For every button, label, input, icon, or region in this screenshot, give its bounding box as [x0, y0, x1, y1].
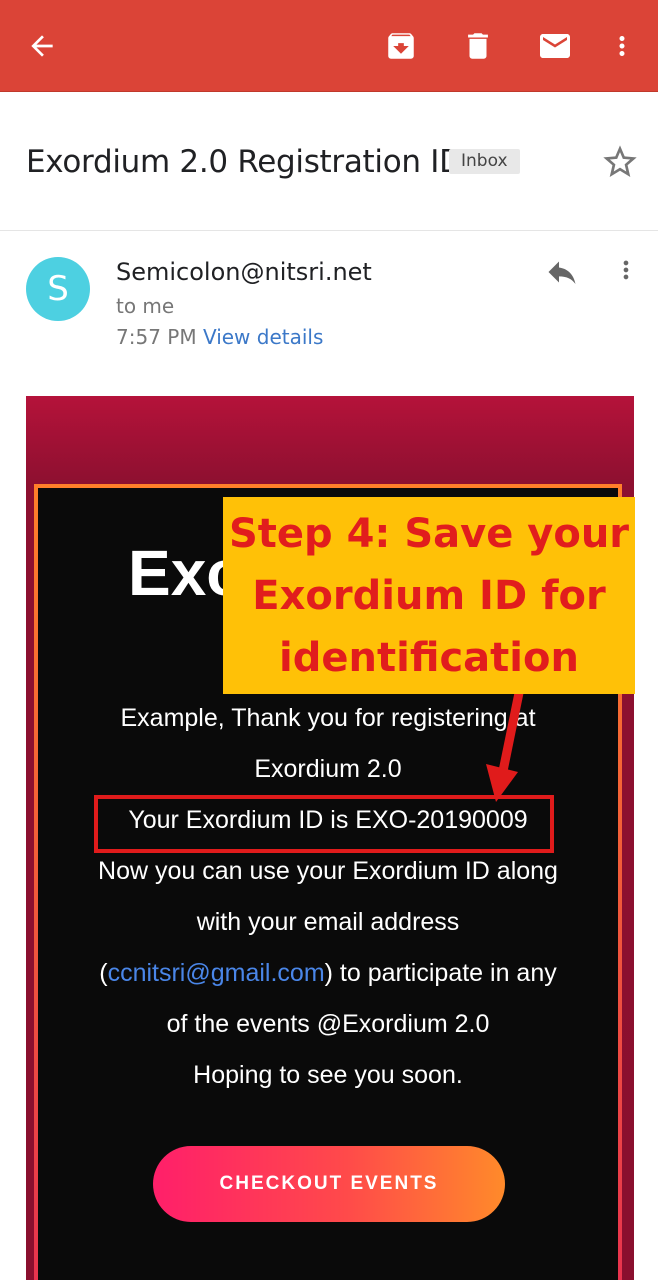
annotation-line-1: Step 4: Save your	[228, 510, 630, 557]
email-link[interactable]: ccnitsri@gmail.com	[108, 959, 325, 987]
reply-button[interactable]	[542, 254, 582, 290]
body-line-4: Now you can use your Exordium ID along	[98, 857, 558, 885]
arrow-back-icon	[31, 35, 53, 57]
body-line-6: (ccnitsri@gmail.com) to participate in a…	[38, 959, 618, 988]
delete-icon	[468, 33, 488, 59]
reply-icon	[548, 261, 576, 284]
app-bar	[0, 0, 658, 92]
more-vert-icon	[619, 36, 625, 56]
archive-icon	[388, 33, 414, 59]
checkout-events-button[interactable]: CHECKOUT EVENTS	[153, 1146, 505, 1222]
archive-button[interactable]	[377, 22, 425, 70]
mail-icon	[540, 34, 570, 58]
annotation-arrow-icon	[486, 687, 525, 802]
inbox-label-chip[interactable]: Inbox	[449, 149, 520, 174]
paren-open: (	[99, 959, 108, 987]
mark-unread-button[interactable]	[531, 22, 579, 70]
star-outline-icon	[603, 145, 637, 177]
body-line-8: Hoping to see you soon.	[193, 1061, 463, 1089]
view-details-link[interactable]: View details	[203, 325, 323, 349]
sender-avatar[interactable]: S	[26, 257, 90, 321]
recipient-text: to me	[116, 294, 175, 318]
annotation-line-3: identification	[279, 634, 579, 681]
back-button[interactable]	[18, 22, 66, 70]
step-annotation: Step 4: Save your Exordium ID for identi…	[223, 497, 635, 694]
more-vert-icon	[623, 260, 629, 280]
delete-button[interactable]	[454, 22, 502, 70]
message-more-button[interactable]	[612, 254, 640, 290]
email-subject: Exordium 2.0 Registration ID	[26, 144, 463, 180]
body-line-7: of the events @Exordium 2.0	[166, 1010, 490, 1038]
more-options-button[interactable]	[598, 22, 646, 70]
time-row: 7:57 PM View details	[116, 325, 323, 349]
email-time: 7:57 PM	[116, 325, 197, 349]
sender-address: Semicolon@nitsri.net	[116, 258, 372, 286]
subject-row: Exordium 2.0 Registration ID Inbox	[0, 92, 658, 231]
body-line-5: with your email address	[196, 908, 460, 936]
star-button[interactable]	[600, 142, 640, 182]
body-line-6-rest: ) to participate in any	[324, 959, 557, 987]
annotation-line-2: Exordium ID for	[252, 572, 606, 619]
